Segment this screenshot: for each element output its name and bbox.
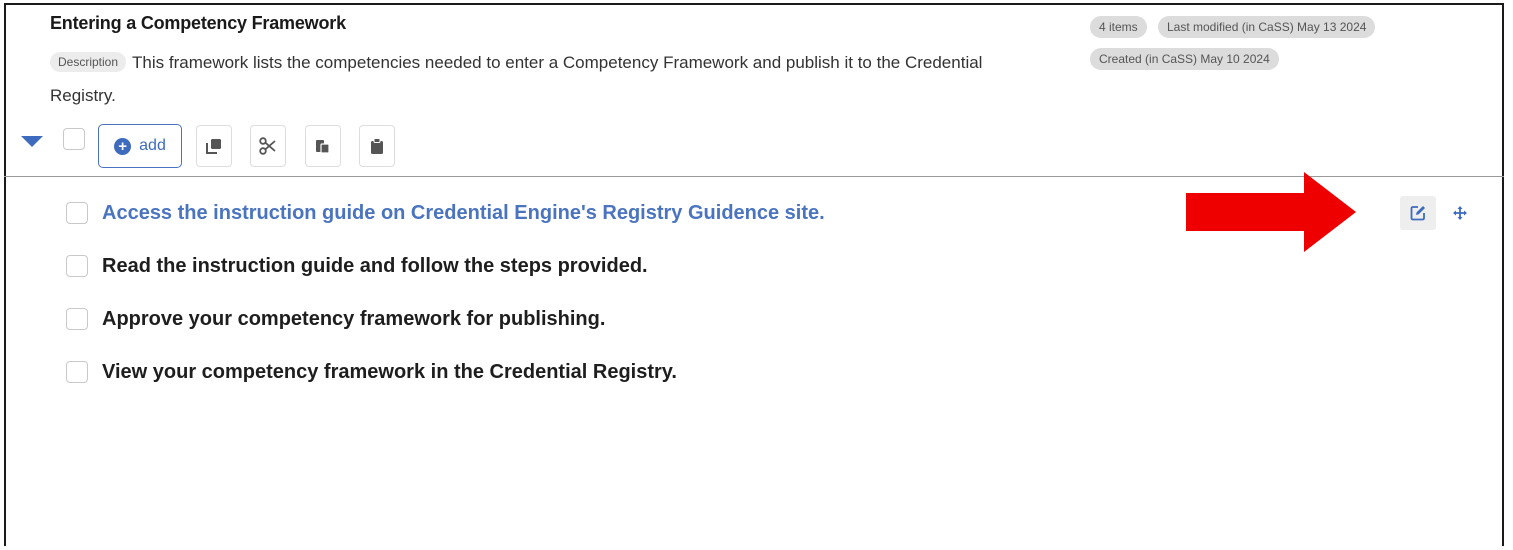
edit-button[interactable]: [1400, 196, 1436, 230]
paste-icon: [316, 140, 330, 154]
expand-caret-icon[interactable]: [21, 136, 43, 147]
item-text[interactable]: Access the instruction guide on Credenti…: [102, 202, 825, 225]
move-arrows-icon: [1453, 206, 1467, 220]
cut-button[interactable]: [250, 125, 286, 167]
clipboard-icon: [371, 137, 383, 154]
created-badge: Created (in CaSS) May 10 2024: [1090, 48, 1279, 70]
item-text[interactable]: Approve your competency framework for pu…: [102, 308, 605, 331]
item-checkbox[interactable]: [66, 255, 88, 277]
framework-description: Description This framework lists the comp…: [50, 46, 1050, 112]
item-text[interactable]: Read the instruction guide and follow th…: [102, 255, 648, 278]
list-item[interactable]: View your competency framework in the Cr…: [66, 358, 677, 386]
description-text: This framework lists the competencies ne…: [50, 53, 983, 105]
select-all-checkbox[interactable]: [63, 128, 85, 150]
list-item[interactable]: Access the instruction guide on Credenti…: [66, 199, 825, 227]
list-item[interactable]: Approve your competency framework for pu…: [66, 305, 605, 333]
framework-title: Entering a Competency Framework: [50, 13, 346, 33]
plus-circle-icon: +: [114, 137, 132, 155]
clipboard-button[interactable]: [359, 125, 395, 167]
move-handle[interactable]: [1449, 202, 1471, 224]
item-checkbox[interactable]: [66, 202, 88, 224]
copy-button[interactable]: [196, 125, 232, 167]
add-button-label: add: [139, 137, 166, 154]
item-text[interactable]: View your competency framework in the Cr…: [102, 361, 677, 384]
item-count-badge: 4 items: [1090, 16, 1147, 38]
red-arrow-icon: [1186, 172, 1356, 252]
item-checkbox[interactable]: [66, 361, 88, 383]
scissors-icon: [259, 137, 276, 155]
list-item[interactable]: Read the instruction guide and follow th…: [66, 252, 648, 280]
add-button[interactable]: + add: [98, 124, 182, 168]
copy-icon: [206, 139, 221, 154]
edit-icon: [1410, 206, 1425, 221]
description-label: Description: [50, 52, 127, 72]
last-modified-badge: Last modified (in CaSS) May 13 2024: [1158, 16, 1376, 38]
item-checkbox[interactable]: [66, 308, 88, 330]
paste-button[interactable]: [305, 125, 341, 167]
